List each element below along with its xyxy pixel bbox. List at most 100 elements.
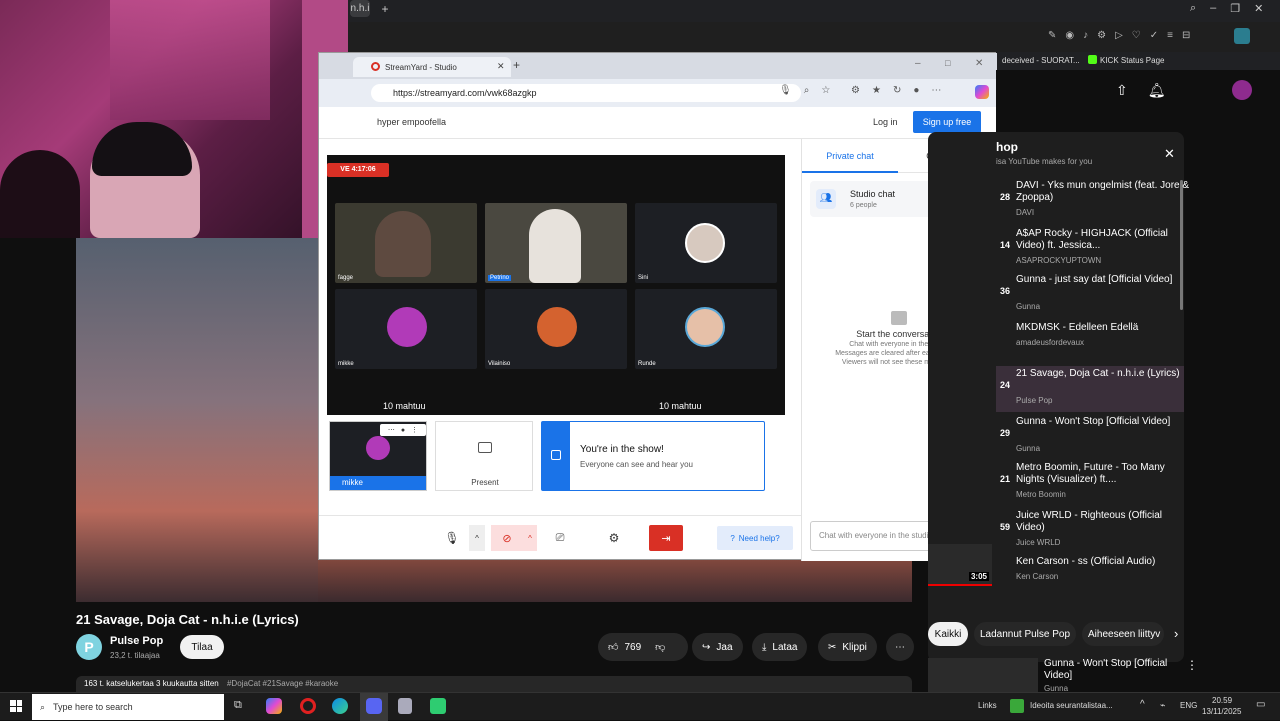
clock-time[interactable]: 20.59 bbox=[1212, 696, 1232, 705]
url-field[interactable]: https://streamyard.com/vwk68azgkp bbox=[371, 84, 801, 102]
avatar[interactable] bbox=[1232, 80, 1252, 100]
search-icon[interactable]: ⌕ bbox=[1190, 2, 1196, 16]
history-icon[interactable]: ↻ bbox=[893, 85, 901, 96]
chip-all[interactable]: Kaikki bbox=[928, 622, 968, 646]
network-icon[interactable]: ⌁ bbox=[1160, 700, 1165, 711]
camera-off-button[interactable]: ⊘ bbox=[491, 525, 523, 551]
extension-icon[interactable]: ⚙ bbox=[1097, 30, 1106, 41]
zoom-icon[interactable]: ⌕ bbox=[804, 85, 810, 96]
playlist-item[interactable]: 59 Juice WRLD - Righteous (Official Vide… bbox=[996, 510, 1192, 556]
play-icon[interactable]: ▷ bbox=[1115, 30, 1123, 41]
opera-icon[interactable] bbox=[300, 698, 316, 714]
tab-kick[interactable]: KICK Status Page bbox=[1100, 56, 1164, 65]
restore-icon[interactable]: ❐ bbox=[1230, 2, 1240, 16]
check-icon[interactable]: ✓ bbox=[1150, 30, 1158, 41]
like-count[interactable]: 769 bbox=[624, 642, 641, 653]
chevron-up-icon[interactable]: ^ bbox=[523, 525, 537, 551]
hashtags[interactable]: #DojaCat #21Savage #karaoke bbox=[227, 679, 338, 688]
maximize-icon[interactable]: □ bbox=[945, 58, 950, 68]
edit-icon[interactable]: ✎ bbox=[1048, 30, 1056, 41]
share-screen-button[interactable]: ⎚ bbox=[547, 525, 573, 551]
download-button[interactable]: ⤓ Lataa bbox=[752, 633, 808, 661]
need-help-button[interactable]: ? Need help? bbox=[717, 526, 793, 550]
participant-tile[interactable]: fagge bbox=[335, 203, 477, 283]
playlist-item[interactable]: MKDMSK - Edelleen Edellä amadeusfordevau… bbox=[996, 322, 1192, 368]
next-title[interactable]: Gunna - Won't Stop [Official Video] bbox=[1044, 658, 1174, 682]
lock-icon[interactable]: ⊟ bbox=[1182, 30, 1190, 41]
news-ticker[interactable]: Ideoita seurantalistaa... bbox=[1030, 701, 1113, 710]
windows-start-icon[interactable] bbox=[10, 700, 22, 712]
participant-tile[interactable]: Vilainiso bbox=[485, 289, 627, 369]
clock-date[interactable]: 13/11/2025 bbox=[1202, 707, 1241, 716]
thumbs-up-icon[interactable]: 👍︎ bbox=[608, 641, 618, 653]
playlist-item[interactable]: 14 A$AP Rocky - HIGHJACK (Official Video… bbox=[996, 228, 1192, 274]
playlist-item[interactable]: 28 DAVI - Yks mun ongelmist (feat. Jore … bbox=[996, 180, 1192, 226]
discord-icon[interactable] bbox=[366, 698, 382, 714]
chevron-up-icon[interactable]: ^ bbox=[469, 525, 485, 551]
mic-icon[interactable]: ● bbox=[401, 427, 405, 434]
minimize-icon[interactable]: – bbox=[1210, 2, 1216, 16]
share-button[interactable]: ↪ Jaa bbox=[692, 633, 743, 661]
chat-input[interactable]: Chat with everyone in the studio bbox=[819, 531, 933, 540]
playlist-item[interactable]: 29 Gunna - Won't Stop [Official Video] G… bbox=[996, 416, 1192, 462]
app-icon[interactable] bbox=[430, 698, 446, 714]
ken-thumbnail[interactable]: 3:05 bbox=[928, 544, 992, 586]
close-icon[interactable]: ✕ bbox=[497, 61, 505, 72]
camera-icon[interactable]: ◉ bbox=[1065, 30, 1074, 41]
channel-avatar[interactable]: P bbox=[76, 634, 102, 660]
bell-icon[interactable]: ♪ bbox=[1083, 30, 1088, 41]
next-thumbnail[interactable] bbox=[928, 658, 1038, 692]
close-icon[interactable]: ✕ bbox=[1254, 2, 1263, 16]
copilot-icon[interactable] bbox=[975, 85, 989, 99]
taskbar-search[interactable]: ⌕ Type here to search bbox=[32, 694, 224, 720]
signup-button[interactable]: Sign up free bbox=[913, 111, 981, 133]
clip-button[interactable]: ✂ Klippi bbox=[818, 633, 877, 661]
browser-tab[interactable]: n.h.i bbox=[350, 0, 370, 17]
close-icon[interactable]: ✕ bbox=[1164, 146, 1175, 162]
description-box[interactable]: 163 t. katselukertaa 3 kuukautta sitten … bbox=[76, 676, 912, 692]
minimize-icon[interactable]: – bbox=[915, 58, 921, 69]
subscribe-button[interactable]: Tilaa bbox=[180, 635, 224, 659]
links-label[interactable]: Links bbox=[978, 701, 997, 710]
sy-tab[interactable]: StreamYard - Studio ✕ bbox=[353, 57, 511, 77]
favorites-icon[interactable]: ★ bbox=[872, 85, 881, 96]
playlist-item[interactable]: 24 21 Savage, Doja Cat - n.h.i.e (Lyrics… bbox=[996, 368, 1192, 414]
self-preview-tile[interactable]: ⋯ ● ⋮ mikke bbox=[329, 421, 427, 491]
copilot-icon[interactable] bbox=[266, 698, 282, 714]
bell-icon[interactable]: 🔔︎ bbox=[1148, 82, 1166, 99]
chip-uploaded[interactable]: Ladannut Pulse Pop bbox=[974, 622, 1076, 646]
language-indicator[interactable]: ENG bbox=[1180, 701, 1197, 710]
more-icon[interactable]: ⋯ bbox=[931, 85, 941, 96]
mic-button[interactable]: 🎙︎ bbox=[439, 525, 465, 551]
new-tab-icon[interactable]: + bbox=[513, 58, 520, 72]
heart-icon[interactable]: ♡ bbox=[1132, 30, 1141, 41]
more-icon[interactable]: ⋮ bbox=[1186, 658, 1198, 672]
present-tile[interactable]: Present bbox=[435, 421, 533, 491]
dots-icon[interactable]: ⋯ bbox=[388, 426, 395, 434]
tab-private-chat[interactable]: Private chat bbox=[802, 139, 898, 173]
close-icon[interactable]: ✕ bbox=[975, 58, 983, 69]
thumbs-down-icon[interactable]: 👎︎ bbox=[655, 641, 665, 653]
mic-icon[interactable]: 🎙︎ bbox=[779, 85, 792, 96]
playlist-item[interactable]: 21 Metro Boomin, Future - Too Many Night… bbox=[996, 462, 1192, 508]
chevron-up-icon[interactable]: ^ bbox=[1140, 699, 1145, 710]
more-icon[interactable]: ⋮ bbox=[411, 426, 418, 434]
settings-button[interactable]: ⚙ bbox=[601, 525, 627, 551]
chevron-right-icon[interactable]: › bbox=[1174, 626, 1178, 641]
security-icon[interactable] bbox=[398, 698, 412, 714]
login-link[interactable]: Log in bbox=[873, 117, 898, 127]
participant-tile[interactable]: Runde bbox=[635, 289, 777, 369]
playlist-item[interactable]: 36 Gunna - just say dat [Official Video]… bbox=[996, 274, 1192, 320]
participant-tile[interactable]: Petrino bbox=[485, 203, 627, 283]
participant-tile[interactable]: mikke bbox=[335, 289, 477, 369]
more-button[interactable]: ⋯ bbox=[886, 633, 914, 661]
star-icon[interactable]: ☆ bbox=[821, 85, 830, 96]
leave-button[interactable]: ⇥ bbox=[649, 525, 683, 551]
edge-icon[interactable] bbox=[332, 698, 348, 714]
chip-related[interactable]: Aiheeseen liittyv bbox=[1082, 622, 1164, 646]
extensions-icon[interactable]: ⚙ bbox=[851, 85, 860, 96]
upload-icon[interactable]: ⇧ bbox=[1116, 82, 1128, 99]
channel-name[interactable]: Pulse Pop bbox=[110, 635, 163, 647]
tab-deceived[interactable]: deceived - SUORAT... bbox=[1002, 56, 1080, 65]
extension-badge-icon[interactable] bbox=[1234, 28, 1250, 44]
